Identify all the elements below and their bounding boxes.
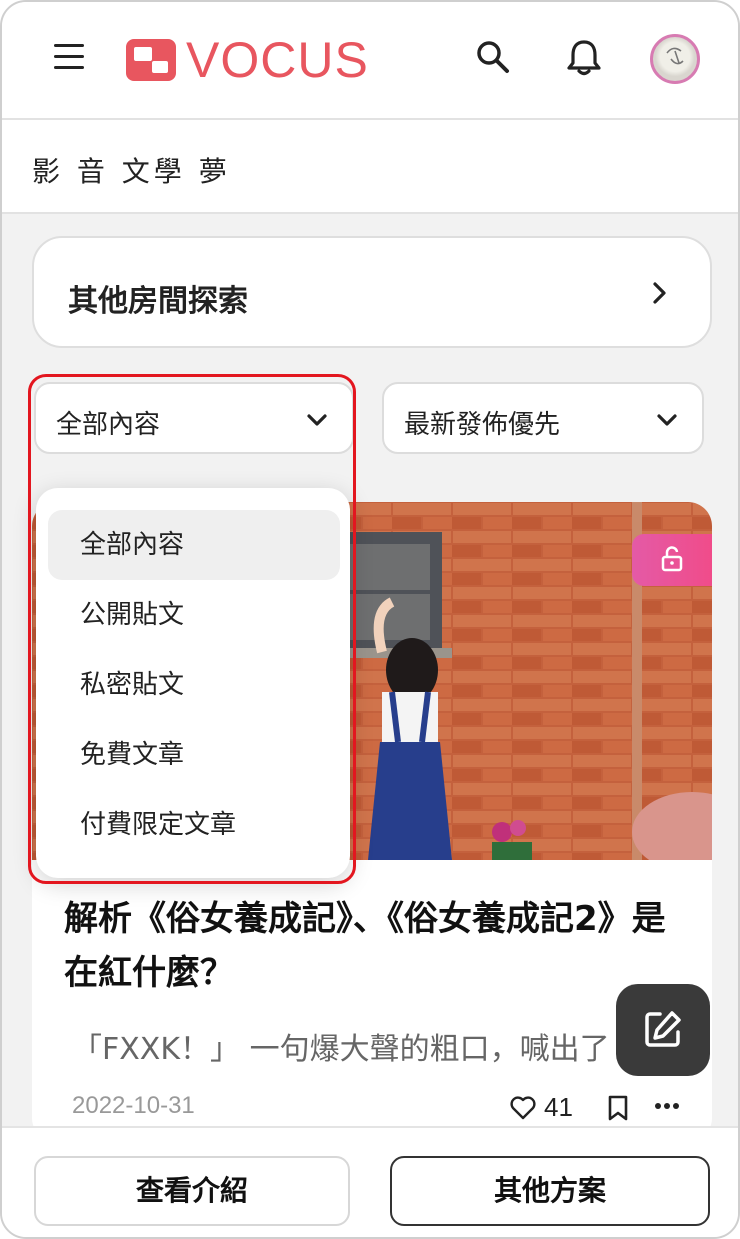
write-post-button[interactable]: [616, 984, 710, 1076]
phone-frame: VOCUS 影 音 文學 夢 其他房間探索 全部內容 最新發佈優先 解析《俗女養…: [0, 0, 740, 1239]
other-plans-button[interactable]: 其他方案: [390, 1156, 710, 1226]
content-filter-value: 全部內容: [56, 410, 161, 440]
explore-rooms-label: 其他房間探索: [68, 284, 248, 319]
chevron-down-icon: [657, 414, 677, 426]
chevron-right-icon: [653, 282, 666, 304]
content-filter-menu: 全部內容 公開貼文 私密貼文 免費文章 付費限定文章: [36, 488, 350, 878]
unlock-icon: [661, 546, 683, 572]
explore-rooms-card[interactable]: 其他房間探索: [32, 236, 712, 348]
like-button[interactable]: 41: [510, 1092, 573, 1123]
article-excerpt: 「FXXK！」 一句爆大聲的粗口，喊出了: [72, 1032, 610, 1067]
more-options-icon[interactable]: [654, 1102, 680, 1110]
vocus-logo[interactable]: VOCUS: [126, 32, 369, 88]
view-intro-button[interactable]: 查看介紹: [34, 1156, 350, 1226]
hamburger-icon[interactable]: [54, 44, 84, 70]
room-title: 影 音 文學 夢: [32, 155, 231, 188]
avatar[interactable]: [650, 34, 700, 84]
chevron-down-icon: [307, 414, 327, 426]
article-title[interactable]: 解析《俗女養成記》、《俗女養成記2》是在紅什麼？: [64, 892, 684, 1000]
bottom-action-bar: 查看介紹 其他方案: [2, 1126, 738, 1237]
sort-select[interactable]: 最新發佈優先: [382, 382, 704, 454]
avatar-sketch-icon: [666, 47, 684, 65]
heart-icon: [510, 1095, 536, 1119]
logo-mark-icon: [126, 39, 176, 81]
sort-value: 最新發佈優先: [404, 410, 561, 440]
bookmark-icon[interactable]: [606, 1094, 630, 1122]
menu-item-paid-only[interactable]: 付費限定文章: [48, 790, 340, 860]
bell-icon[interactable]: [566, 38, 602, 76]
menu-item-all[interactable]: 全部內容: [48, 510, 340, 580]
content-filter-select[interactable]: 全部內容: [34, 382, 354, 454]
logo-text: VOCUS: [186, 32, 369, 88]
like-count: 41: [544, 1092, 573, 1122]
unlock-badge: [632, 534, 712, 586]
edit-icon: [645, 1011, 681, 1047]
room-title-bar: 影 音 文學 夢: [2, 120, 738, 214]
menu-item-public[interactable]: 公開貼文: [48, 580, 340, 650]
search-icon[interactable]: [476, 40, 510, 74]
article-date: 2022-10-31: [72, 1092, 195, 1119]
menu-item-private[interactable]: 私密貼文: [48, 650, 340, 720]
top-nav: VOCUS: [2, 2, 738, 120]
menu-item-free[interactable]: 免費文章: [48, 720, 340, 790]
